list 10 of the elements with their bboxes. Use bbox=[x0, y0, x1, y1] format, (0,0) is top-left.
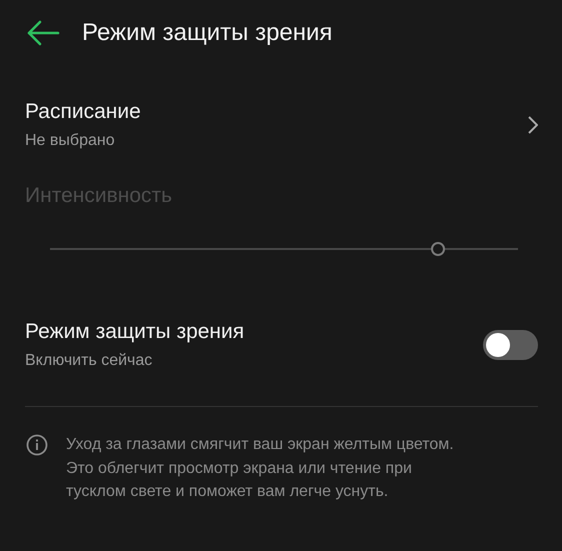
info-icon bbox=[26, 434, 48, 456]
info-text: Уход за глазами смягчит ваш экран желтым цветом. Это облегчит просмотр экрана или чтение при тусклом свете и поможет вам легче уснуть. bbox=[66, 435, 455, 502]
schedule-title[interactable]: Расписание bbox=[25, 100, 141, 124]
eye-mode-subtitle: Включить сейчас bbox=[25, 352, 154, 370]
chevron-right-icon[interactable] bbox=[528, 116, 538, 134]
page-title: Режим защиты зрения bbox=[82, 19, 332, 47]
eye-mode-toggle[interactable] bbox=[483, 330, 538, 360]
eye-mode-title: Режим защиты зрения bbox=[25, 320, 244, 344]
back-arrow-icon[interactable] bbox=[26, 20, 60, 46]
schedule-value: Не выбрано bbox=[25, 132, 116, 150]
